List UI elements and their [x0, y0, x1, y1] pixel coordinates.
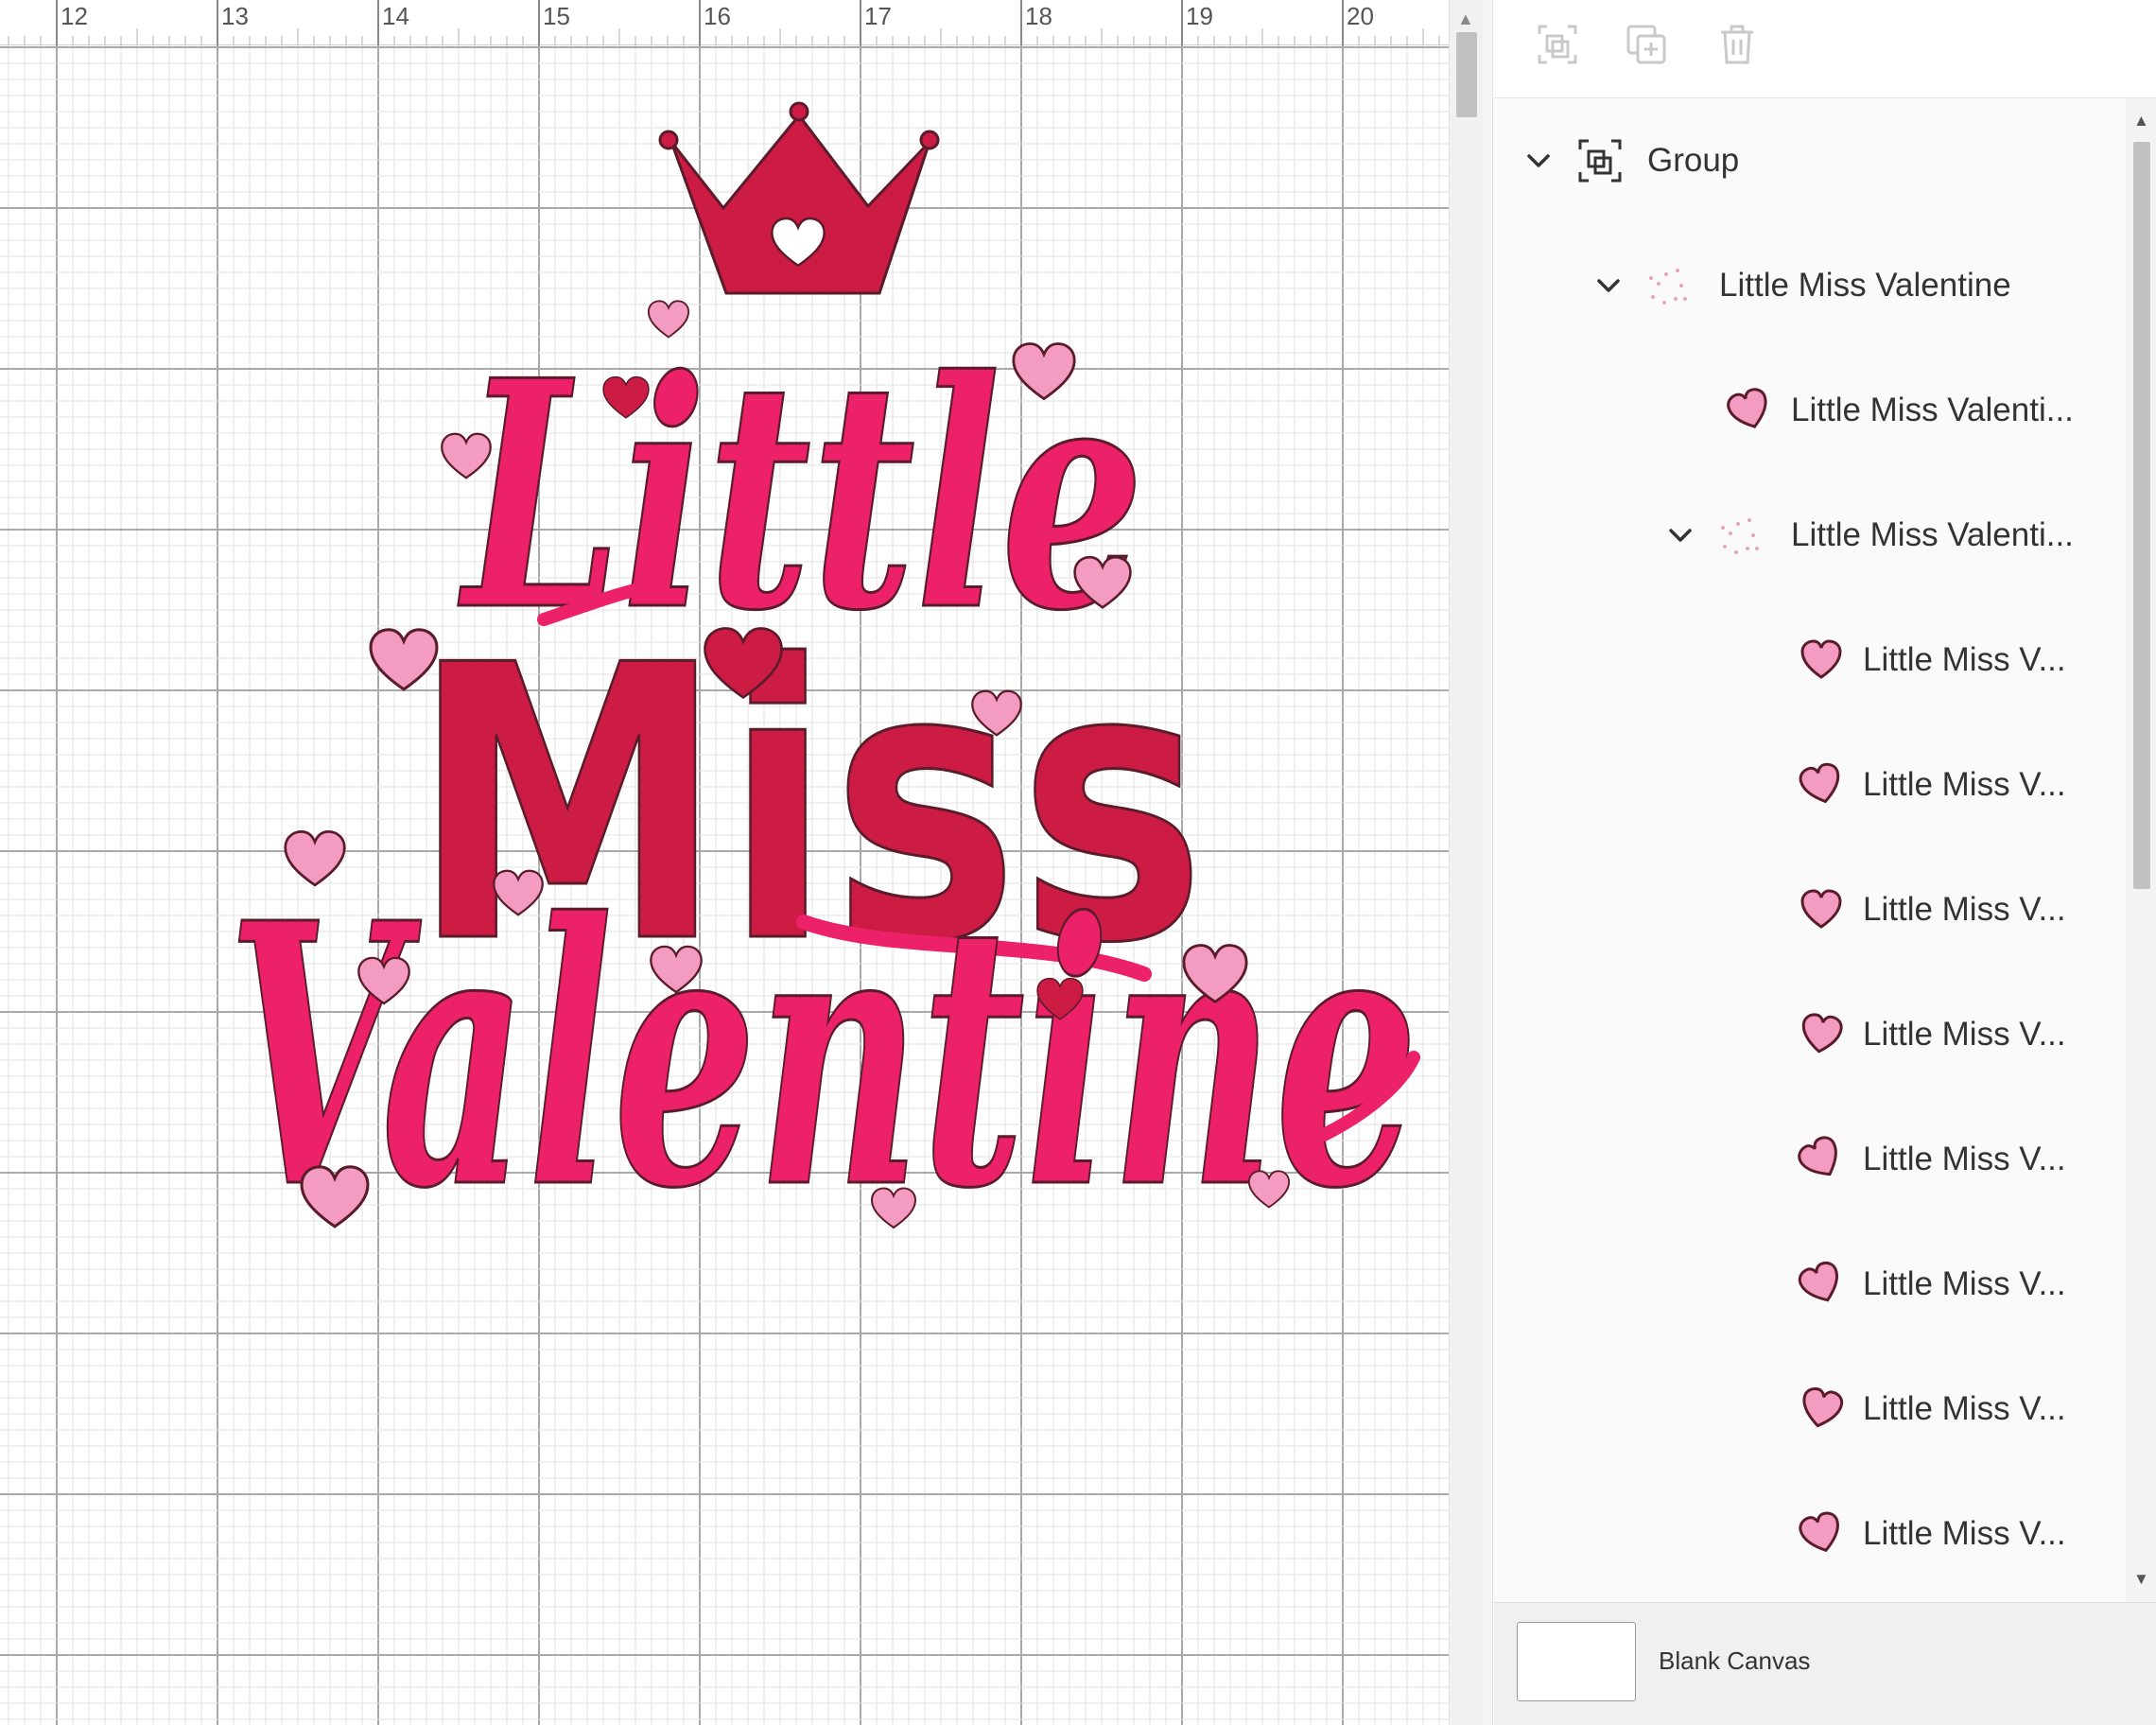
canvas-vertical-scrollbar[interactable]: ▲ [1449, 0, 1483, 1725]
layer-label: Little Miss V... [1863, 1016, 2066, 1053]
chevron-down-icon[interactable] [1592, 270, 1625, 302]
scrollbar-thumb[interactable] [2133, 142, 2150, 889]
scroll-down-arrow-icon[interactable]: ▼ [2133, 1570, 2149, 1589]
layer-row[interactable]: Little Miss V... [1494, 1097, 2126, 1222]
layer-list: Group Little Miss Valentine Little Miss … [1494, 98, 2126, 1602]
layer-label: Little Miss V... [1863, 766, 2066, 803]
ruler-label: 20 [1347, 2, 1374, 30]
layer-label: Little Miss Valenti... [1791, 392, 2074, 428]
chevron-down-icon[interactable] [1664, 519, 1696, 551]
layer-label: Little Miss V... [1863, 641, 2066, 678]
layer-row[interactable]: Little Miss V... [1494, 1347, 2126, 1472]
layer-row[interactable]: Little Miss Valenti... [1494, 473, 2126, 598]
duplicate-icon[interactable] [1623, 21, 1670, 68]
heart-icon [1800, 639, 1842, 679]
layer-label: Group [1647, 142, 1740, 179]
layer-group-thumbnail-icon [1721, 518, 1759, 554]
delete-icon[interactable] [1713, 21, 1761, 68]
heart-icon [1801, 1013, 1843, 1054]
scrollbar-thumb[interactable] [1456, 32, 1477, 117]
ruler-label: 16 [704, 2, 731, 30]
scroll-up-arrow-icon[interactable]: ▲ [2133, 112, 2149, 131]
layers-toolbar [1494, 0, 2156, 98]
layers-vertical-scrollbar[interactable]: ▲ ▼ [2126, 98, 2156, 1602]
design-canvas[interactable]: 12 13 14 15 16 17 18 19 20 Little Miss V… [0, 0, 1449, 1725]
ruler-label: 18 [1025, 2, 1052, 30]
group-icon [1578, 139, 1622, 183]
layer-label: Little Miss V... [1863, 891, 2066, 928]
layer-row[interactable]: Little Miss V... [1494, 1222, 2126, 1347]
scroll-up-arrow-icon[interactable]: ▲ [1457, 9, 1474, 29]
group-icon[interactable] [1534, 21, 1581, 68]
layer-row[interactable]: Little Miss V... [1494, 972, 2126, 1097]
layer-label: Little Miss V... [1863, 1265, 2066, 1302]
layer-label: Little Miss V... [1863, 1515, 2066, 1552]
layer-label: Little Miss Valentine [1719, 267, 2011, 304]
ruler-label: 15 [543, 2, 570, 30]
ruler-label: 14 [382, 2, 409, 30]
ruler-label: 13 [221, 2, 249, 30]
layer-group-thumbnail-icon [1649, 269, 1687, 305]
canvas-label: Blank Canvas [1659, 1647, 1811, 1675]
heart-icon [1799, 762, 1840, 804]
heart-icon [1727, 388, 1767, 428]
chevron-down-icon[interactable] [1522, 145, 1555, 177]
layer-row-group[interactable]: Group [1494, 98, 2126, 223]
layer-row[interactable]: Little Miss Valenti... [1494, 348, 2126, 473]
heart-icon [1798, 1136, 1837, 1176]
canvas-color-swatch[interactable] [1517, 1622, 1636, 1701]
heart-icon [1799, 1511, 1839, 1553]
layer-row[interactable]: Little Miss Valentine [1494, 223, 2126, 348]
canvas-settings-row[interactable]: Blank Canvas [1494, 1602, 2156, 1725]
heart-icon [1802, 1386, 1844, 1428]
layers-panel: Group Little Miss Valentine Little Miss … [1494, 0, 2156, 1725]
layer-row[interactable]: Little Miss V... [1494, 847, 2126, 972]
ruler-label: 17 [864, 2, 892, 30]
ruler-label: 19 [1186, 2, 1213, 30]
layer-row[interactable]: Little Miss V... [1494, 723, 2126, 847]
layer-label: Little Miss Valenti... [1791, 516, 2074, 553]
layer-label: Little Miss V... [1863, 1390, 2066, 1427]
crown-icon [658, 101, 940, 295]
layer-label: Little Miss V... [1863, 1141, 2066, 1177]
heart-icon [1798, 1261, 1838, 1302]
little-miss-valentine-design[interactable]: Little Miss Valentine [0, 0, 1449, 1725]
layer-row[interactable]: Little Miss V... [1494, 1472, 2126, 1596]
ruler-label: 12 [61, 2, 88, 30]
horizontal-ruler: 12 13 14 15 16 17 18 19 20 [0, 0, 1449, 45]
layer-row[interactable]: Little Miss V... [1494, 598, 2126, 723]
heart-icon [1800, 889, 1842, 929]
word-valentine: Valentine [227, 845, 1418, 1267]
panel-divider [1483, 0, 1493, 1725]
